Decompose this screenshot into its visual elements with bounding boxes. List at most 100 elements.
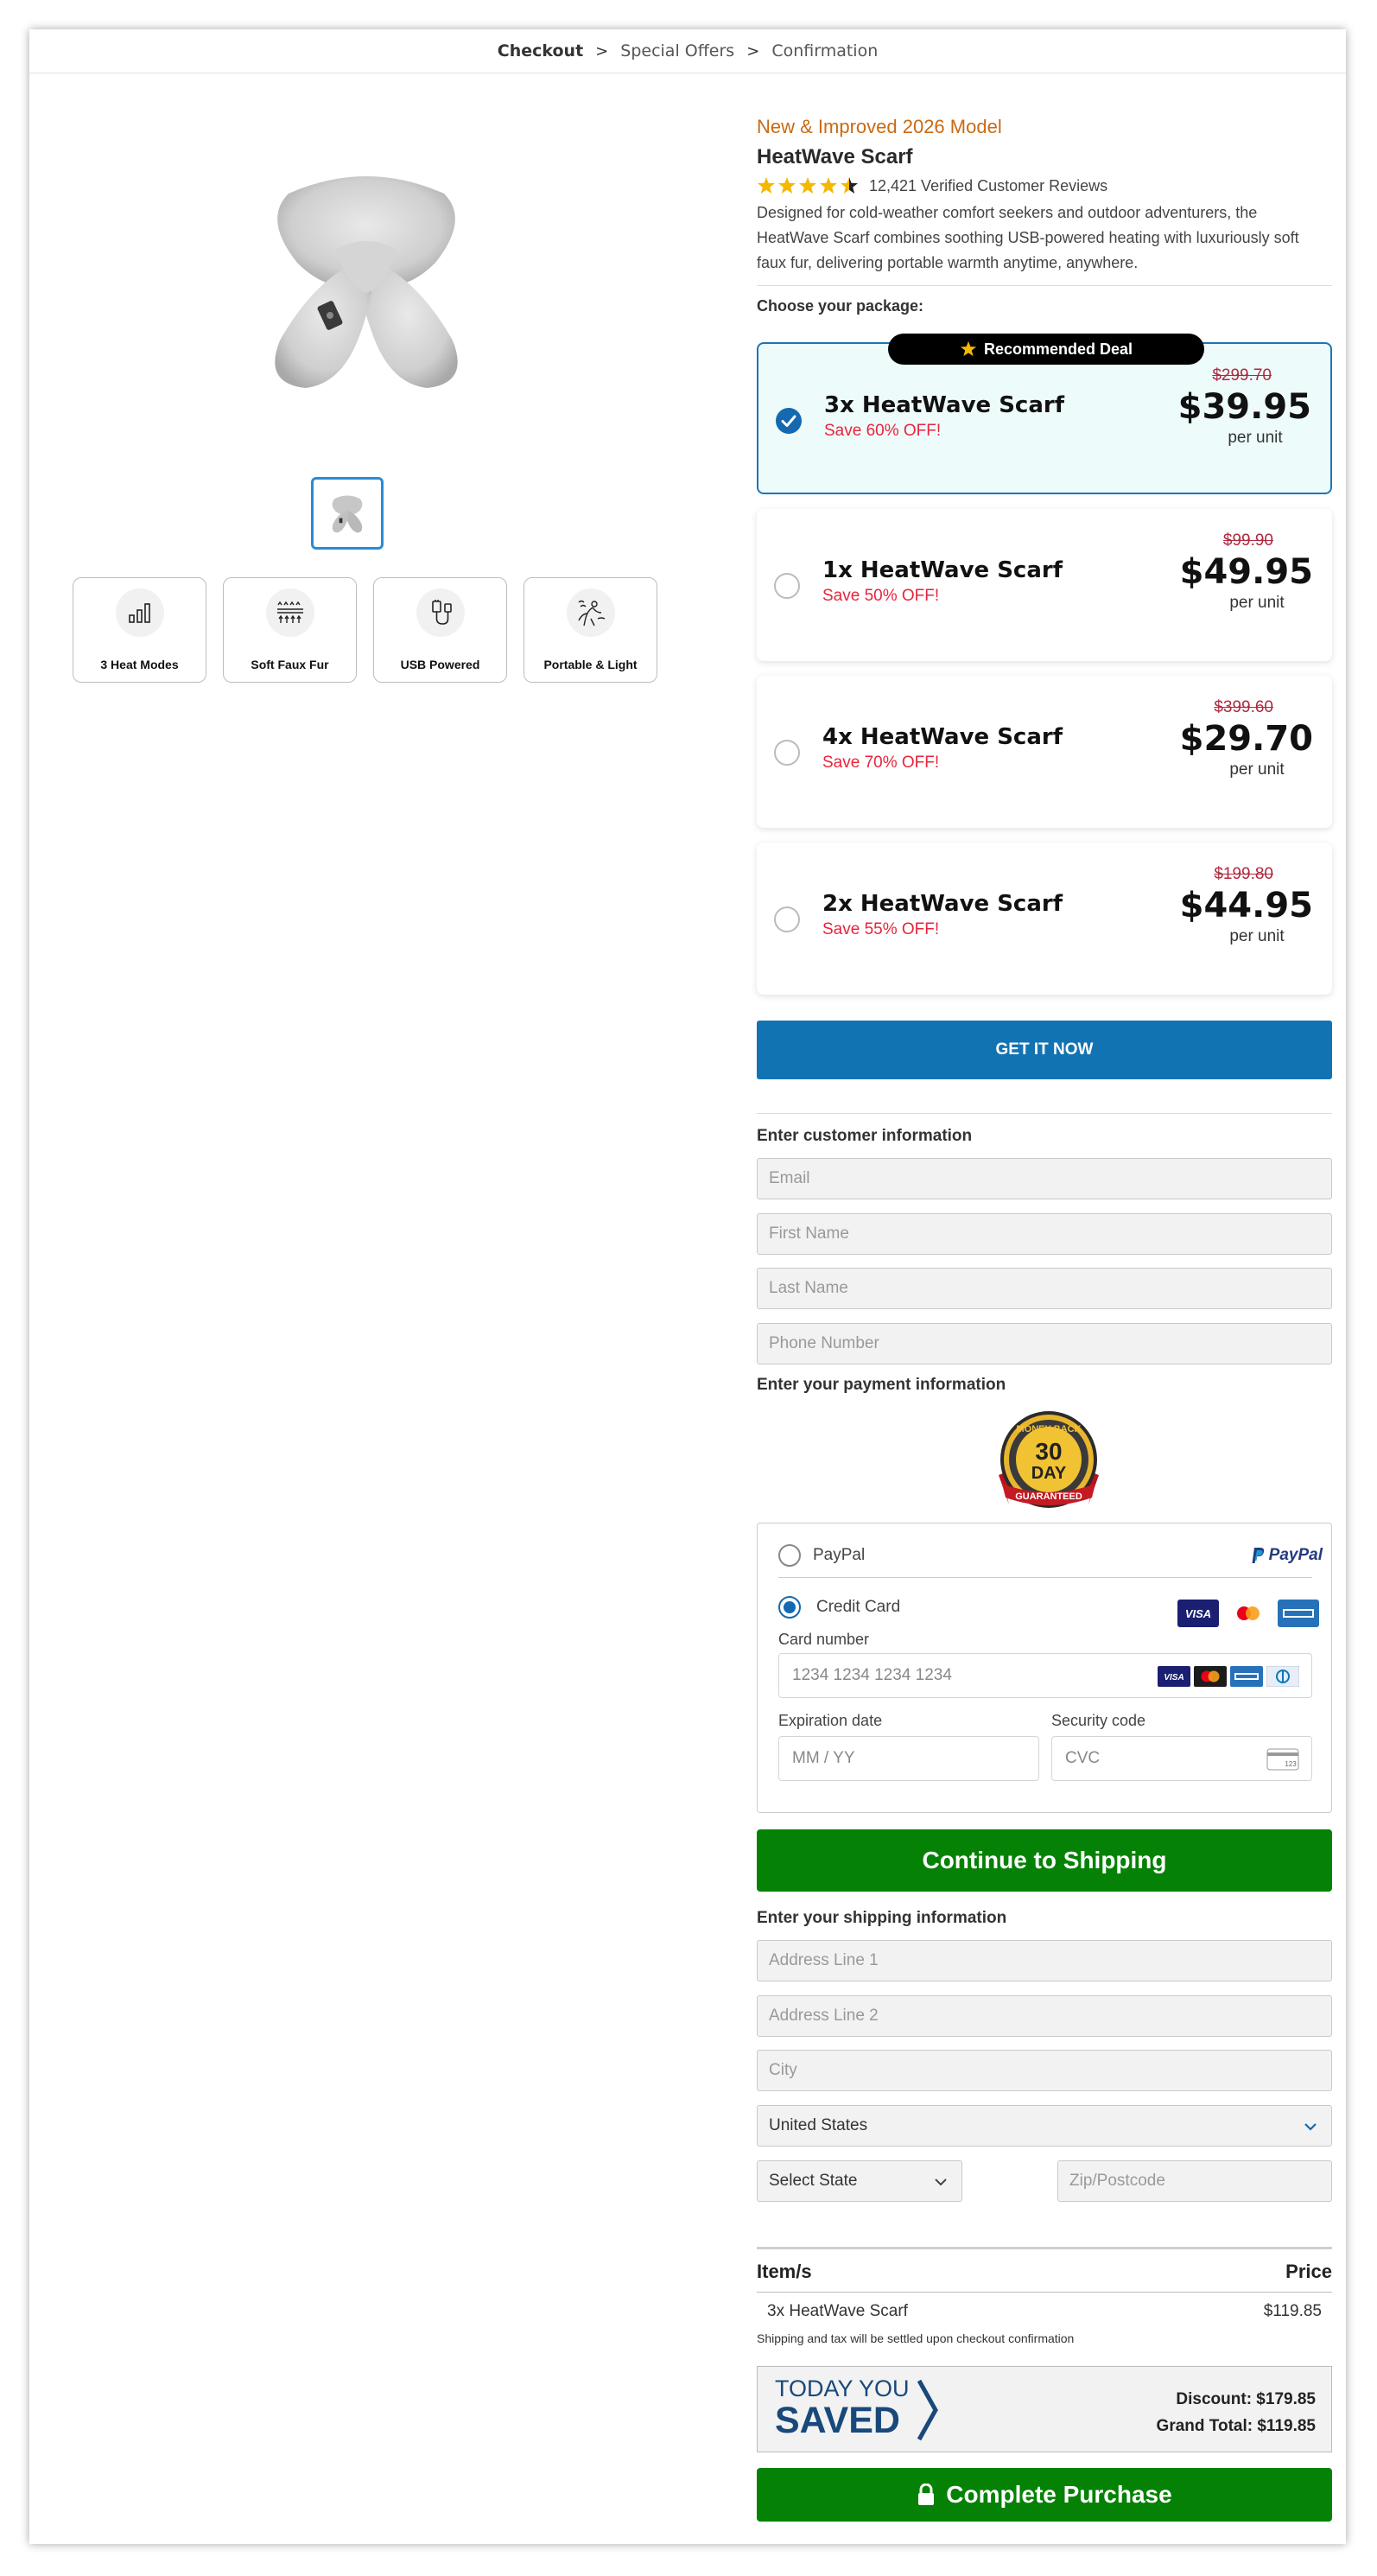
product-title: HeatWave Scarf xyxy=(757,145,913,169)
package-unit: per unit xyxy=(1229,927,1285,945)
package-pricing: $399.60 $29.70 per unit xyxy=(1166,698,1313,779)
state-value: Select State xyxy=(769,2172,858,2190)
country-select[interactable]: United States xyxy=(757,2105,1332,2147)
seal-ribbon-text: GUARANTEED xyxy=(1015,1492,1082,1502)
usb-plug-icon xyxy=(416,588,465,637)
package-option-4x[interactable]: 4x HeatWave Scarf Save 70% OFF! $399.60 … xyxy=(757,676,1332,828)
paypal-icon xyxy=(1252,1548,1264,1563)
credit-card-radio[interactable] xyxy=(778,1596,801,1619)
package-radio[interactable] xyxy=(776,408,802,434)
breadcrumb-confirmation[interactable]: Confirmation xyxy=(771,41,878,60)
paypal-logo: PayPal xyxy=(1252,1546,1323,1565)
expiration-label: Expiration date xyxy=(778,1712,883,1729)
package-savings: Save 55% OFF! xyxy=(822,920,940,938)
security-code-placeholder: CVC xyxy=(1065,1749,1101,1767)
card-number-label: Card number xyxy=(778,1631,870,1648)
package-pricing: $99.90 $49.95 per unit xyxy=(1166,531,1313,613)
phone-field[interactable]: Phone Number xyxy=(757,1323,1332,1364)
address-line-2-field[interactable]: Address Line 2 xyxy=(757,1995,1332,2037)
expiration-input[interactable]: MM / YY xyxy=(778,1736,1039,1781)
discount-amount: Discount: $179.85 xyxy=(1176,2390,1316,2408)
feature-label: 3 Heat Modes xyxy=(100,658,179,671)
shipping-tax-note: Shipping and tax will be settled upon ch… xyxy=(757,2331,1075,2345)
package-name: 3x HeatWave Scarf xyxy=(824,392,1065,418)
breadcrumb-separator: > xyxy=(595,41,609,60)
package-unit: per unit xyxy=(1229,760,1285,779)
divider xyxy=(757,285,1332,286)
feature-label: Soft Faux Fur xyxy=(251,658,329,671)
product-tagline: New & Improved 2026 Model xyxy=(757,116,1002,137)
credit-card-option[interactable]: Credit Card xyxy=(778,1596,900,1619)
summary-item-header: Item/s xyxy=(757,2261,812,2282)
expiration-placeholder: MM / YY xyxy=(792,1749,855,1767)
package-option-2x[interactable]: 2x HeatWave Scarf Save 55% OFF! $199.80 … xyxy=(757,843,1332,995)
checkmark-icon xyxy=(781,415,796,427)
summary-item-price: $119.85 xyxy=(1263,2302,1322,2320)
feature-card: Portable & Light xyxy=(524,577,657,683)
card-number-input[interactable]: 1234 1234 1234 1234 VISA xyxy=(778,1653,1312,1698)
feature-card: Soft Faux Fur xyxy=(223,577,357,683)
faux-fur-icon xyxy=(265,588,314,637)
paypal-label: PayPal xyxy=(813,1546,866,1564)
paypal-option[interactable]: PayPal xyxy=(778,1544,865,1567)
continue-to-shipping-button[interactable]: Continue to Shipping xyxy=(757,1829,1332,1892)
package-option-3x[interactable]: Recommended Deal 3x HeatWave Scarf Save … xyxy=(757,334,1332,494)
zip-field[interactable]: Zip/Postcode xyxy=(1057,2160,1332,2202)
review-count[interactable]: 12,421 Verified Customer Reviews xyxy=(869,177,1107,195)
package-pricing: $299.70 $39.95 per unit xyxy=(1164,366,1311,448)
visa-wordmark: VISA xyxy=(1185,1607,1211,1620)
breadcrumb-checkout[interactable]: Checkout xyxy=(498,41,583,60)
checkout-page: Checkout > Special Offers > Confirmation xyxy=(29,29,1346,2544)
first-name-field[interactable]: First Name xyxy=(757,1213,1332,1255)
visa-wordmark: VISA xyxy=(1164,1673,1183,1682)
summary-item-name: 3x HeatWave Scarf xyxy=(767,2302,908,2320)
email-field[interactable]: Email xyxy=(757,1158,1332,1199)
product-main-image xyxy=(275,176,458,388)
scarf-thumbnail-icon xyxy=(332,495,363,533)
package-radio[interactable] xyxy=(774,740,800,766)
product-rating: 12,421 Verified Customer Reviews xyxy=(757,176,1107,195)
money-back-guarantee-seal: MONEY BACK 30 DAY GUARANTEED xyxy=(999,1411,1099,1508)
city-field[interactable]: City xyxy=(757,2050,1332,2091)
get-it-now-button[interactable]: GET IT NOW xyxy=(757,1021,1332,1079)
package-radio[interactable] xyxy=(774,906,800,932)
summary-price-header: Price xyxy=(1285,2261,1332,2282)
state-select[interactable]: Select State xyxy=(757,2160,962,2202)
package-savings: Save 50% OFF! xyxy=(822,587,940,605)
visa-icon: VISA xyxy=(1177,1600,1219,1627)
complete-purchase-button[interactable]: Complete Purchase xyxy=(757,2468,1332,2522)
last-name-field[interactable]: Last Name xyxy=(757,1268,1332,1309)
divider xyxy=(757,1113,1332,1114)
recommended-badge: Recommended Deal xyxy=(888,334,1204,365)
cvc-card-icon: 123 xyxy=(1266,1748,1299,1771)
star-icon xyxy=(960,340,977,357)
customer-info-heading: Enter customer information xyxy=(757,1127,973,1145)
portable-icon xyxy=(566,588,615,637)
package-price: $39.95 xyxy=(1177,387,1311,427)
rating-stars xyxy=(757,176,860,195)
savings-title-line2: SAVED xyxy=(775,2400,900,2441)
package-old-price: $299.70 xyxy=(1212,366,1272,385)
address-line-1-field[interactable]: Address Line 1 xyxy=(757,1940,1332,1981)
breadcrumb-separator: > xyxy=(746,41,760,60)
package-price: $44.95 xyxy=(1179,886,1313,925)
star-rating-icon xyxy=(758,177,858,194)
divider xyxy=(778,1577,1312,1578)
product-description: Designed for cold-weather comfort seeker… xyxy=(757,204,1299,271)
card-brand-logos: VISA xyxy=(1177,1600,1319,1627)
mastercard-icon xyxy=(1194,1666,1227,1687)
package-name: 2x HeatWave Scarf xyxy=(822,891,1063,917)
paypal-radio[interactable] xyxy=(778,1544,801,1567)
mastercard-icon xyxy=(1228,1600,1269,1627)
seal-number: 30 xyxy=(1035,1438,1062,1465)
visa-icon: VISA xyxy=(1158,1666,1190,1687)
grand-total: Grand Total: $119.85 xyxy=(1156,2417,1316,2435)
package-option-1x[interactable]: 1x HeatWave Scarf Save 50% OFF! $99.90 $… xyxy=(757,509,1332,661)
breadcrumb-special-offers[interactable]: Special Offers xyxy=(620,41,734,60)
package-radio[interactable] xyxy=(774,573,800,599)
product-thumbnail[interactable] xyxy=(311,477,384,550)
card-number-placeholder: 1234 1234 1234 1234 xyxy=(792,1666,952,1684)
security-code-input[interactable]: CVC 123 xyxy=(1051,1736,1312,1781)
feature-label: Portable & Light xyxy=(543,658,638,671)
feature-list: 3 Heat Modes Soft Faux Fur USB Powered P… xyxy=(73,577,657,683)
